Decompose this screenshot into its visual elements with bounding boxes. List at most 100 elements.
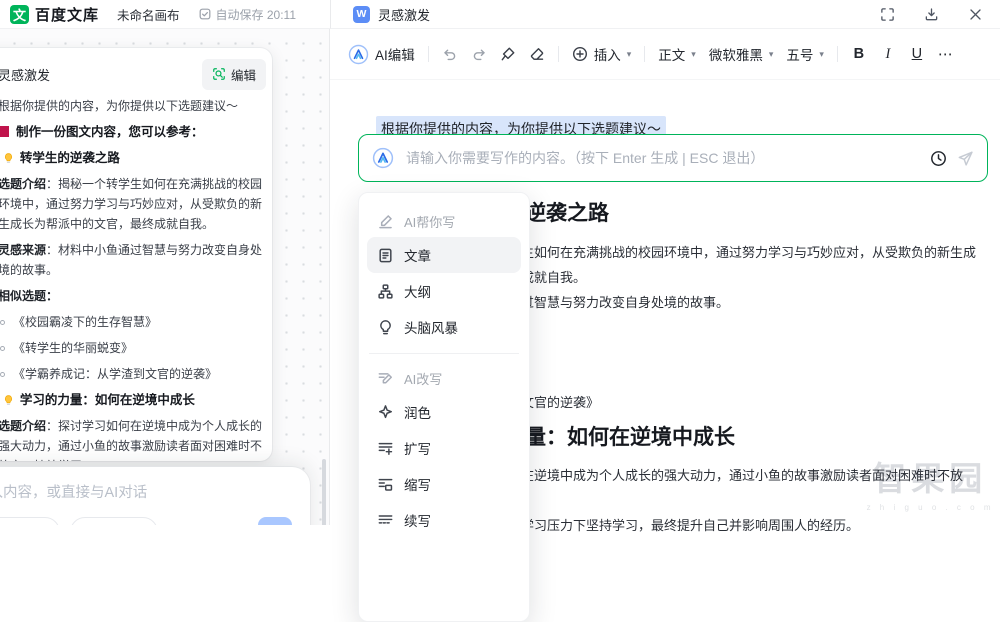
- chevron-down-icon: ▾: [819, 48, 824, 59]
- topic1-intro: 选题介绍：揭秘一个转学生如何在充满挑战的校园环境中，通过努力学习与巧妙应对，从受…: [0, 177, 263, 231]
- lightbulb-icon: [377, 319, 394, 336]
- similar-topic-item: 《学霸养成记：从学渣到文官的逆袭》: [0, 364, 266, 384]
- editor-toolbar: AI编辑 插入 ▾ 正文 ▾ 微软雅黑 ▾ 五号 ▾ B I U ⋯: [330, 29, 1000, 80]
- topic2-title: 学习的力量：如何在逆境中成长: [19, 393, 195, 407]
- menu-group-header: AI帮你写: [367, 205, 521, 237]
- topic1-heading: (一) 转学生的逆袭之路: [0, 148, 266, 168]
- editor-area: AI编辑 插入 ▾ 正文 ▾ 微软雅黑 ▾ 五号 ▾ B I U ⋯ 根据你提供…: [330, 29, 1000, 622]
- quick-action-pill[interactable]: [0, 517, 60, 525]
- toolbar-divider: [836, 46, 838, 62]
- continue-write-icon: [377, 512, 394, 529]
- format-painter-icon[interactable]: [500, 46, 516, 62]
- ai-logo-icon: [348, 44, 369, 65]
- topic1-title: 转学生的逆袭之路: [19, 151, 120, 165]
- menu-item-condense[interactable]: 缩写: [367, 466, 521, 502]
- article-icon: [377, 247, 394, 264]
- topic1-similar-label: 相似选题：: [0, 289, 59, 303]
- topic2-heading: (二) 学习的力量：如何在逆境中成长: [0, 390, 266, 410]
- menu-item-outline[interactable]: 大纲: [367, 273, 521, 309]
- chevron-down-icon: ▾: [768, 48, 774, 59]
- font-size-select[interactable]: 五号 ▾: [786, 44, 824, 64]
- circle-bullet-icon: [0, 345, 5, 351]
- circle-bullet-icon: [0, 371, 5, 377]
- rewrite-icon: [377, 370, 394, 387]
- autosave-status: 自动保存 20:11: [198, 6, 296, 23]
- outline-icon: [377, 283, 394, 300]
- scan-edit-icon: [212, 67, 226, 81]
- wenku-logo-glyph: 文: [12, 7, 26, 23]
- paragraph-style-select[interactable]: 正文 ▾: [658, 44, 696, 64]
- red-square-icon: [0, 126, 9, 137]
- brand-name[interactable]: 百度文库: [35, 4, 99, 25]
- topic2-intro: 选题介绍：探讨学习如何在逆境中成为个人成长的强大动力，通过小鱼的故事激励读者面对…: [0, 419, 263, 461]
- menu-item-continue[interactable]: 续写: [367, 502, 521, 538]
- ai-logo-icon: [372, 147, 394, 169]
- doc-type-badge: W: [353, 5, 370, 23]
- bulb-icon: [2, 152, 15, 165]
- ai-chat-card: [0, 467, 310, 525]
- inspiration-panel-title: 灵感激发: [0, 67, 51, 83]
- ai-prompt-input[interactable]: [404, 149, 920, 167]
- close-icon[interactable]: [968, 7, 983, 22]
- chevron-down-icon: ▾: [691, 48, 696, 59]
- history-clock-icon[interactable]: [930, 150, 947, 167]
- menu-item-article[interactable]: 文章: [367, 237, 521, 273]
- toolbar-divider: [557, 46, 559, 62]
- app-header-right: W 灵感激发: [330, 0, 1000, 29]
- condense-write-icon: [377, 476, 394, 493]
- font-family-value: 微软雅黑: [708, 48, 763, 63]
- canvas-scrollbar[interactable]: [322, 459, 326, 525]
- page-title: 灵感激发: [378, 7, 431, 23]
- autosave-label: 自动保存 20:11: [215, 7, 297, 22]
- menu-group-header: AI改写: [367, 362, 521, 394]
- circle-bullet-icon: [0, 319, 5, 325]
- edit-button-label: 编辑: [230, 68, 256, 83]
- pen-line-icon: [377, 213, 394, 230]
- underline-button[interactable]: U: [909, 46, 925, 62]
- menu-item-polish[interactable]: 润色: [367, 394, 521, 430]
- bulb-icon: [2, 394, 15, 407]
- chat-input[interactable]: [0, 484, 296, 502]
- bold-button[interactable]: B: [851, 46, 867, 62]
- ai-edit-label: AI编辑: [375, 48, 415, 63]
- edit-button[interactable]: 编辑: [201, 58, 266, 90]
- eraser-icon[interactable]: [529, 46, 545, 62]
- font-family-select[interactable]: 微软雅黑 ▾: [709, 44, 774, 64]
- expand-write-icon: [377, 440, 394, 457]
- ai-edit-button[interactable]: AI编辑: [348, 44, 415, 65]
- chevron-down-icon: ▾: [626, 48, 632, 59]
- redo-icon[interactable]: [471, 46, 487, 62]
- canvas-background[interactable]: 灵感激发 编辑 根据你提供的内容，为你提供以下选题建议～ 制作一份图文内容，您可…: [0, 29, 330, 525]
- wenku-logo-icon[interactable]: 文: [10, 4, 29, 24]
- font-size-value: 五号: [786, 48, 814, 63]
- fullscreen-icon[interactable]: [880, 7, 895, 22]
- plus-circle-icon: [572, 46, 588, 62]
- menu-divider: [369, 353, 519, 354]
- panel-intro-text: 根据你提供的内容，为你提供以下选题建议～: [0, 99, 239, 113]
- ai-prompt-box: [358, 134, 988, 182]
- inspiration-panel[interactable]: 灵感激发 编辑 根据你提供的内容，为你提供以下选题建议～ 制作一份图文内容，您可…: [0, 48, 272, 461]
- panel-section-title: 制作一份图文内容，您可以参考：: [0, 122, 266, 142]
- toolbar-divider: [427, 46, 429, 62]
- menu-item-expand[interactable]: 扩写: [367, 430, 521, 466]
- menu-item-brainstorm[interactable]: 头脑风暴: [367, 309, 521, 345]
- document-title[interactable]: 未命名画布: [117, 5, 180, 24]
- app-header-left: 文 百度文库 未命名画布 自动保存 20:11: [0, 0, 330, 29]
- similar-topic-item: 《转学生的华丽蜕变》: [0, 338, 266, 358]
- similar-topic-item: 《校园霸凌下的生存智慧》: [0, 312, 266, 332]
- send-icon[interactable]: [957, 150, 974, 167]
- undo-icon[interactable]: [442, 46, 458, 62]
- more-options-button[interactable]: ⋯: [938, 45, 954, 63]
- insert-button[interactable]: 插入 ▾: [572, 44, 632, 64]
- insert-label: 插入: [593, 48, 621, 63]
- document-body[interactable]: 根据你提供的内容，为你提供以下选题建议～ （一）转学生的逆袭之路 选题介绍：揭秘…: [330, 80, 1000, 622]
- autosave-icon: [198, 7, 212, 21]
- download-icon[interactable]: [924, 7, 939, 22]
- ai-write-menu: AI帮你写 文章 大纲 头脑风暴 AI改写 润色 扩写 缩写 续写: [358, 192, 530, 622]
- chat-send-button[interactable]: [258, 517, 292, 525]
- paragraph-style-value: 正文: [658, 48, 686, 63]
- toolbar-divider: [644, 46, 646, 62]
- quick-action-pill[interactable]: [70, 517, 158, 525]
- italic-button[interactable]: I: [880, 46, 896, 63]
- sparkle-icon: [377, 404, 394, 421]
